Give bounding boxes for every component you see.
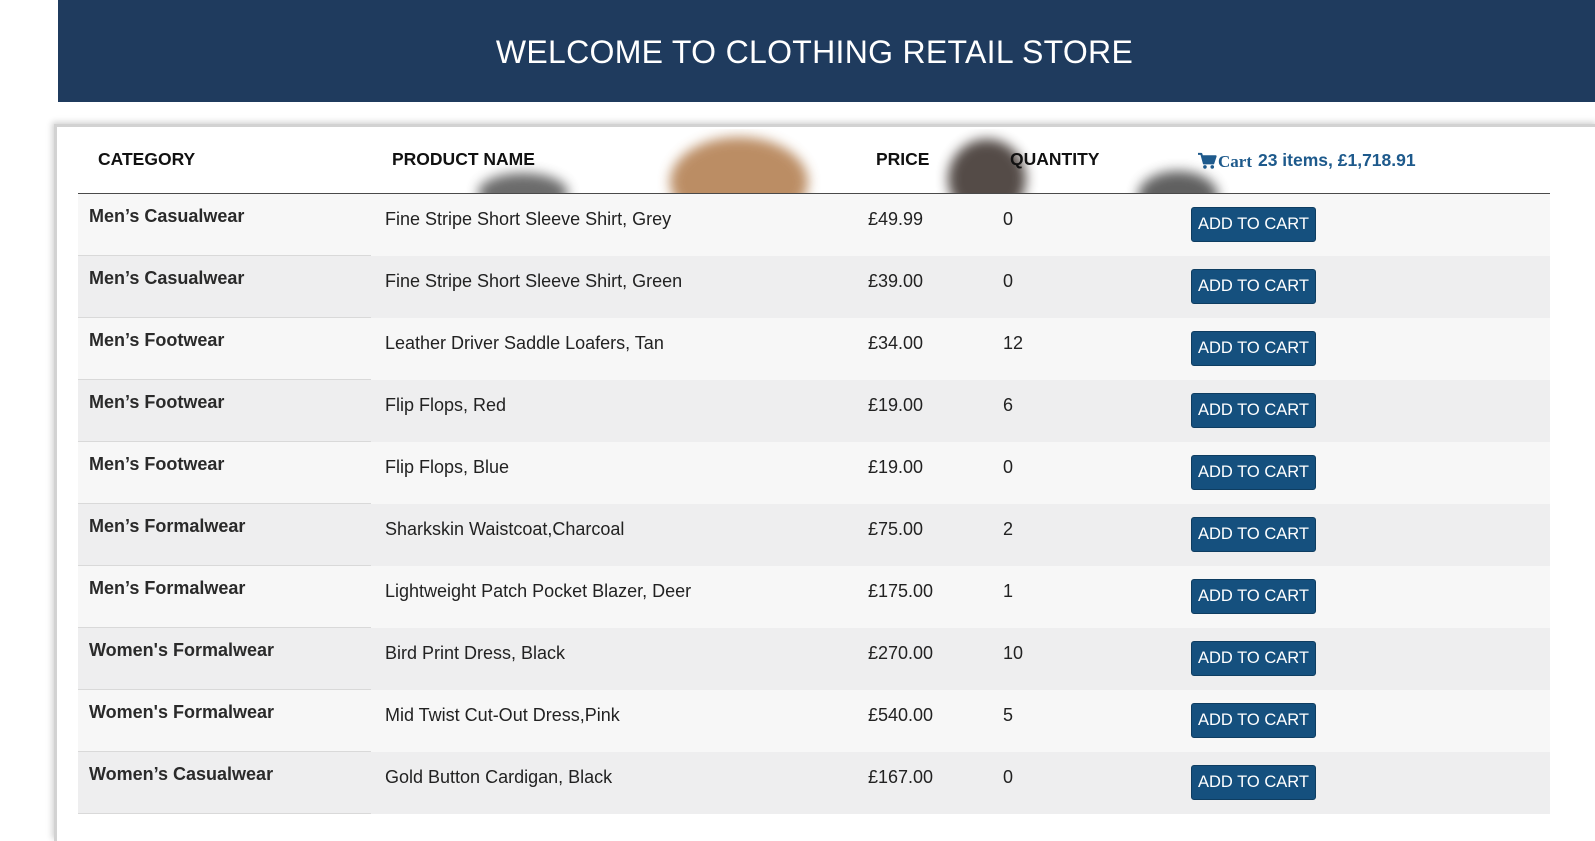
add-to-cart-button[interactable]: ADD TO CART [1191, 269, 1316, 304]
product-name: Gold Button Cardigan, Black [385, 767, 613, 787]
table-body: Men’s Casualwear Fine Stripe Short Sleeve… [78, 194, 1550, 814]
add-to-cart-button[interactable]: ADD TO CART [1191, 765, 1316, 800]
shopping-cart-icon [1198, 152, 1217, 169]
product-quantity: 12 [1003, 333, 1024, 353]
category-cell: Men’s Footwear [78, 380, 371, 442]
table-row: Men’s Footwear Flip Flops, Red £19.00 6 ADD … [78, 380, 1550, 442]
table-row: Women’s Casualwear Gold Button Cardigan, … [78, 752, 1550, 814]
product-price: £175.00 [868, 581, 934, 601]
column-header-product-name: PRODUCT NAME [392, 149, 535, 169]
category-cell: Men’s Casualwear [78, 256, 371, 318]
product-quantity: 0 [1003, 209, 1014, 229]
product-price: £167.00 [868, 767, 934, 787]
product-name: Fine Stripe Short Sleeve Shirt, Grey [385, 209, 672, 229]
category-cell: Men’s Formalwear [78, 566, 371, 628]
category-label: Men’s Footwear [89, 392, 225, 412]
category-label: Men’s Casualwear [89, 268, 245, 288]
product-price: £540.00 [868, 705, 934, 725]
table-header: CATEGORY PRODUCT NAME PRICE QUANTITY Car… [78, 129, 1550, 194]
add-to-cart-button[interactable]: ADD TO CART [1191, 393, 1316, 428]
column-header-category: CATEGORY [98, 149, 196, 169]
product-name: Mid Twist Cut-Out Dress,Pink [385, 705, 620, 725]
category-label: Women’s Casualwear [89, 764, 274, 784]
category-cell: Men’s Footwear [78, 318, 371, 380]
product-name: Flip Flops, Blue [385, 457, 510, 477]
product-quantity: 5 [1003, 705, 1014, 725]
product-name: Bird Print Dress, Black [385, 643, 566, 663]
category-label: Men’s Formalwear [89, 516, 246, 536]
category-label: Men’s Footwear [89, 330, 225, 350]
category-label: Men’s Formalwear [89, 578, 246, 598]
product-price: £270.00 [868, 643, 934, 663]
category-label: Men’s Footwear [89, 454, 225, 474]
product-quantity: 0 [1003, 767, 1014, 787]
cart-totals: 23 items, £1,718.91 [1257, 150, 1416, 170]
table-row: Men’s Footwear Leather Driver Saddle Loaf… [78, 318, 1550, 380]
category-cell: Men’s Formalwear [78, 504, 371, 566]
background-photo-fragment [670, 137, 808, 193]
product-price: £19.00 [868, 395, 924, 415]
table-row: Men’s Casualwear Fine Stripe Short Sleeve… [78, 256, 1550, 318]
product-quantity: 1 [1003, 581, 1014, 601]
add-to-cart-button[interactable]: ADD TO CART [1191, 641, 1316, 676]
product-name: Fine Stripe Short Sleeve Shirt, Green [385, 271, 683, 291]
product-quantity: 2 [1003, 519, 1014, 539]
product-price: £39.00 [868, 271, 924, 291]
product-price: £19.00 [868, 457, 924, 477]
product-name: Sharkskin Waistcoat,Charcoal [385, 519, 625, 539]
table-row: Men’s Casualwear Fine Stripe Short Sleeve… [78, 194, 1550, 256]
column-header-quantity: QUANTITY [1010, 149, 1100, 169]
category-cell: Men’s Footwear [78, 442, 371, 504]
add-to-cart-button[interactable]: ADD TO CART [1191, 579, 1316, 614]
table-row: Men’s Footwear Flip Flops, Blue £19.00 0 ADD… [78, 442, 1550, 504]
column-header-price: PRICE [876, 149, 930, 169]
product-price: £34.00 [868, 333, 924, 353]
background-photo-fragment [1138, 171, 1218, 193]
product-price: £49.99 [868, 209, 924, 229]
category-label: Men’s Casualwear [89, 206, 245, 226]
product-quantity: 0 [1003, 271, 1014, 291]
add-to-cart-button[interactable]: ADD TO CART [1191, 703, 1316, 738]
product-name: Lightweight Patch Pocket Blazer, Deer [385, 581, 692, 601]
store-banner: WELCOME TO CLOTHING RETAIL STORE [58, 0, 1595, 102]
category-cell: Women's Formalwear [78, 690, 371, 752]
table-row: Men’s Formalwear Lightweight Patch Pocket… [78, 566, 1550, 628]
cart-label: Cart [1218, 152, 1252, 171]
product-name: Leather Driver Saddle Loafers, Tan [385, 333, 664, 353]
add-to-cart-button[interactable]: ADD TO CART [1191, 455, 1316, 490]
category-label: Women's Formalwear [89, 640, 275, 660]
table-row: Women's Formalwear Mid Twist Cut-Out Dres… [78, 690, 1550, 752]
product-quantity: 10 [1003, 643, 1024, 663]
category-label: Women's Formalwear [89, 702, 275, 722]
product-quantity: 0 [1003, 457, 1014, 477]
add-to-cart-button[interactable]: ADD TO CART [1191, 207, 1316, 242]
page-title: WELCOME TO CLOTHING RETAIL STORE [495, 33, 1134, 70]
product-table: CATEGORY PRODUCT NAME PRICE QUANTITY Car… [78, 129, 1550, 814]
add-to-cart-button[interactable]: ADD TO CART [1191, 331, 1316, 366]
category-cell: Women's Formalwear [78, 628, 371, 690]
product-name: Flip Flops, Red [385, 395, 507, 415]
table-row: Women's Formalwear Bird Print Dress, Blac… [78, 628, 1550, 690]
product-price: £75.00 [868, 519, 924, 539]
add-to-cart-button[interactable]: ADD TO CART [1191, 517, 1316, 552]
category-cell: Men’s Casualwear [78, 194, 371, 256]
product-quantity: 6 [1003, 395, 1014, 415]
category-cell: Women’s Casualwear [78, 752, 371, 814]
table-row: Men’s Formalwear Sharkskin Waistcoat,Char… [78, 504, 1550, 566]
cart-summary[interactable]: Cart 23 items, £1,718.91 [1198, 149, 1416, 172]
background-photo-fragment [478, 173, 568, 193]
